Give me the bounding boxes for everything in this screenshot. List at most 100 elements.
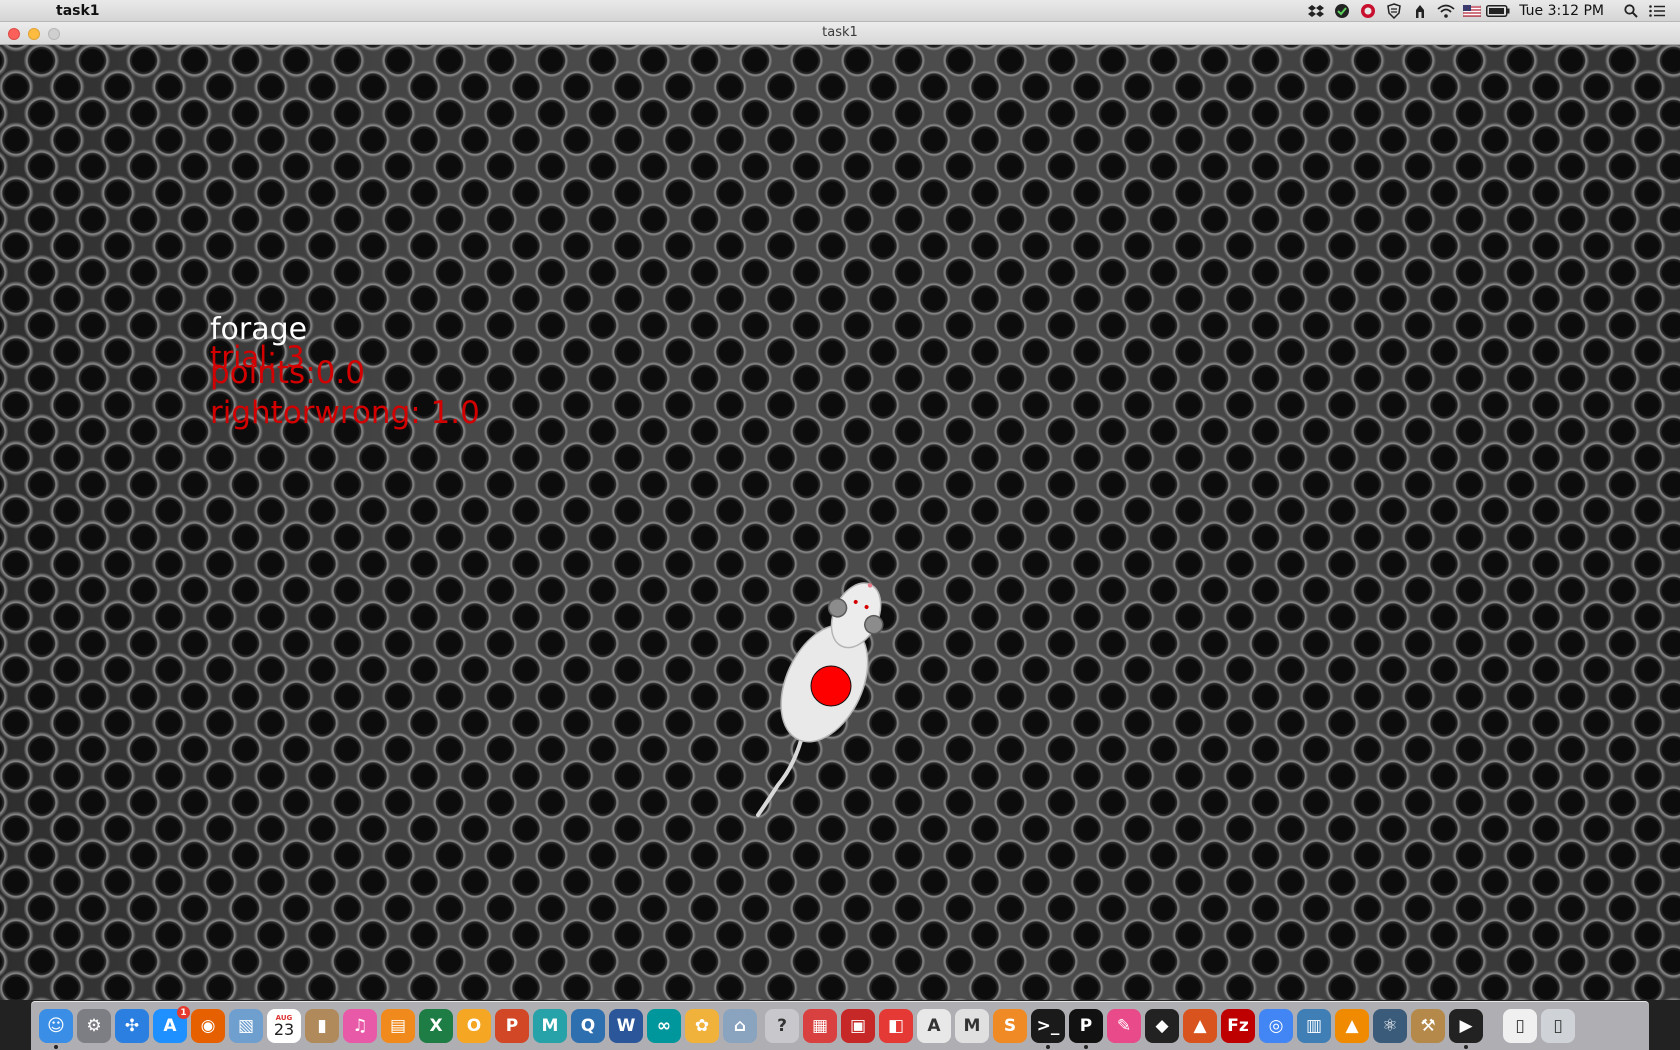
- pdf-reader-icon[interactable]: ◧: [879, 1009, 913, 1043]
- disk-utility-icon[interactable]: ⌂: [723, 1009, 757, 1043]
- calendar-day-label: 23: [273, 1019, 295, 1039]
- vlc-glyph: ▲: [1345, 1016, 1359, 1036]
- firefox-glyph: ◉: [200, 1016, 216, 1036]
- itunes-glyph: ♫: [352, 1016, 368, 1036]
- ibooks-icon[interactable]: ▤: [381, 1009, 415, 1043]
- app-store-glyph: A: [163, 1016, 177, 1036]
- font-book-icon[interactable]: A: [917, 1009, 951, 1043]
- target-dot-layer: [810, 665, 852, 707]
- mendeley-glyph: M: [541, 1016, 559, 1036]
- battery-icon[interactable]: [1485, 0, 1511, 21]
- preview-glyph: ▧: [237, 1016, 255, 1036]
- pages-icon[interactable]: O: [457, 1009, 491, 1043]
- safari-icon[interactable]: ✣: [115, 1009, 149, 1043]
- photos-icon[interactable]: ✿: [685, 1009, 719, 1043]
- sublime-glyph: S: [1003, 1016, 1017, 1036]
- app-store-badge: 1: [177, 1006, 190, 1019]
- p-app-glyph: P: [1079, 1016, 1093, 1036]
- instruments-glyph: ⚒: [1420, 1016, 1436, 1036]
- powerpoint-icon[interactable]: P: [495, 1009, 529, 1043]
- arduino-glyph: ∞: [656, 1016, 672, 1036]
- keyboard-app-icon[interactable]: ▥: [1297, 1009, 1331, 1043]
- trash-icon[interactable]: ▯: [1541, 1009, 1575, 1043]
- flag-icon[interactable]: [1459, 0, 1485, 21]
- notification-center-icon[interactable]: [1644, 0, 1670, 21]
- firefox-icon[interactable]: ◉: [191, 1009, 225, 1043]
- quicktime-player-icon[interactable]: ▶: [1449, 1009, 1483, 1049]
- excel-icon[interactable]: X: [419, 1009, 453, 1043]
- help-icon[interactable]: ?: [765, 1009, 799, 1043]
- game-canvas[interactable]: forage trial: 3 points:0.0 rightorwrong:…: [0, 45, 1680, 1000]
- mail-m-glyph: M: [963, 1016, 981, 1036]
- arduino-icon[interactable]: ∞: [647, 1009, 681, 1043]
- word-icon[interactable]: W: [609, 1009, 643, 1043]
- mail-m-icon[interactable]: M: [955, 1009, 989, 1043]
- help-glyph: ?: [777, 1016, 787, 1036]
- ibooks-glyph: ▤: [389, 1016, 407, 1036]
- app-menu-name[interactable]: task1: [56, 3, 100, 19]
- chrome-glyph: ◎: [1268, 1016, 1284, 1036]
- sketch-icon[interactable]: ✎: [1107, 1009, 1141, 1043]
- p-app-icon[interactable]: P: [1069, 1009, 1103, 1049]
- vlc-icon[interactable]: ▲: [1335, 1009, 1369, 1043]
- status-area: Tue 3:12 PM: [1303, 0, 1670, 21]
- terminal-icon[interactable]: >_: [1031, 1009, 1065, 1049]
- evernote-icon[interactable]: [1329, 0, 1355, 21]
- sketch-glyph: ✎: [1116, 1016, 1132, 1036]
- pdf-app-icon[interactable]: ▦: [803, 1009, 837, 1043]
- dock: ☺ ⚙ ✣ A 1 ◉ ▧ AUG 23 ▮ ♫ ▤ X O P M Q W ∞ ✿ ⌂? ▦ ▣ ◧ A M S >_ P ✎ ◆ ▲ Fz ◎…: [31, 1001, 1649, 1050]
- trash-glyph: ▯: [1553, 1016, 1563, 1036]
- menu-clock[interactable]: Tue 3:12 PM: [1519, 3, 1604, 19]
- acrobat-glyph: ▣: [849, 1016, 867, 1036]
- chrome-icon[interactable]: ◎: [1259, 1009, 1293, 1043]
- pdf-app-glyph: ▦: [811, 1016, 829, 1036]
- quicktime-icon[interactable]: Q: [571, 1009, 605, 1043]
- keyboard-app-glyph: ▥: [1305, 1016, 1323, 1036]
- mendeley-icon[interactable]: M: [533, 1009, 567, 1043]
- disk-utility-glyph: ⌂: [733, 1016, 747, 1036]
- preview-icon[interactable]: ▧: [229, 1009, 263, 1043]
- sublime-icon[interactable]: S: [993, 1009, 1027, 1043]
- contacts-icon[interactable]: ▮: [305, 1009, 339, 1043]
- documents-folder-icon[interactable]: ▯: [1503, 1009, 1537, 1043]
- menu-bar: task1 Tue 3:12 PM: [0, 0, 1680, 22]
- system-preferences-icon[interactable]: ⚙: [77, 1009, 111, 1043]
- acrobat-icon[interactable]: ▣: [841, 1009, 875, 1043]
- app-store-icon[interactable]: A1: [153, 1006, 190, 1043]
- window-title: task1: [822, 25, 858, 40]
- atom-icon[interactable]: ⚛: [1373, 1009, 1407, 1043]
- filezilla-icon[interactable]: Fz: [1221, 1009, 1255, 1043]
- running-indicator: [1464, 1045, 1468, 1049]
- spotlight-icon[interactable]: [1618, 0, 1644, 21]
- system-preferences-glyph: ⚙: [86, 1016, 102, 1036]
- word-glyph: W: [616, 1016, 636, 1036]
- opera-icon[interactable]: [1355, 0, 1381, 21]
- matlab-glyph: ▲: [1193, 1016, 1207, 1036]
- instruments-icon[interactable]: ⚒: [1411, 1009, 1445, 1043]
- shield-icon[interactable]: [1381, 0, 1407, 21]
- calendar-icon[interactable]: AUG 23: [267, 1009, 301, 1043]
- photos-glyph: ✿: [694, 1016, 710, 1036]
- excel-glyph: X: [429, 1016, 443, 1036]
- quicktime-player-glyph: ▶: [1459, 1016, 1473, 1036]
- wifi-icon[interactable]: [1433, 0, 1459, 21]
- quicktime-glyph: Q: [580, 1016, 596, 1036]
- alfred-icon[interactable]: [1407, 0, 1433, 21]
- target-dot[interactable]: [810, 665, 852, 707]
- dropbox-icon[interactable]: [1303, 0, 1329, 21]
- running-indicator: [1084, 1045, 1088, 1049]
- matlab-icon[interactable]: ▲: [1183, 1009, 1217, 1043]
- terminal-glyph: >_: [1036, 1016, 1060, 1036]
- font-book-glyph: A: [927, 1016, 941, 1036]
- itunes-icon[interactable]: ♫: [343, 1009, 377, 1043]
- contacts-glyph: ▮: [317, 1016, 327, 1036]
- powerpoint-glyph: P: [505, 1016, 519, 1036]
- running-indicator: [54, 1045, 58, 1049]
- unity-icon[interactable]: ◆: [1145, 1009, 1179, 1043]
- finder-glyph: ☺: [47, 1016, 65, 1036]
- finder-icon[interactable]: ☺: [39, 1009, 73, 1049]
- pdf-reader-glyph: ◧: [887, 1016, 905, 1036]
- atom-glyph: ⚛: [1382, 1016, 1398, 1036]
- unity-glyph: ◆: [1155, 1016, 1169, 1036]
- window-title-bar[interactable]: task1: [0, 22, 1680, 45]
